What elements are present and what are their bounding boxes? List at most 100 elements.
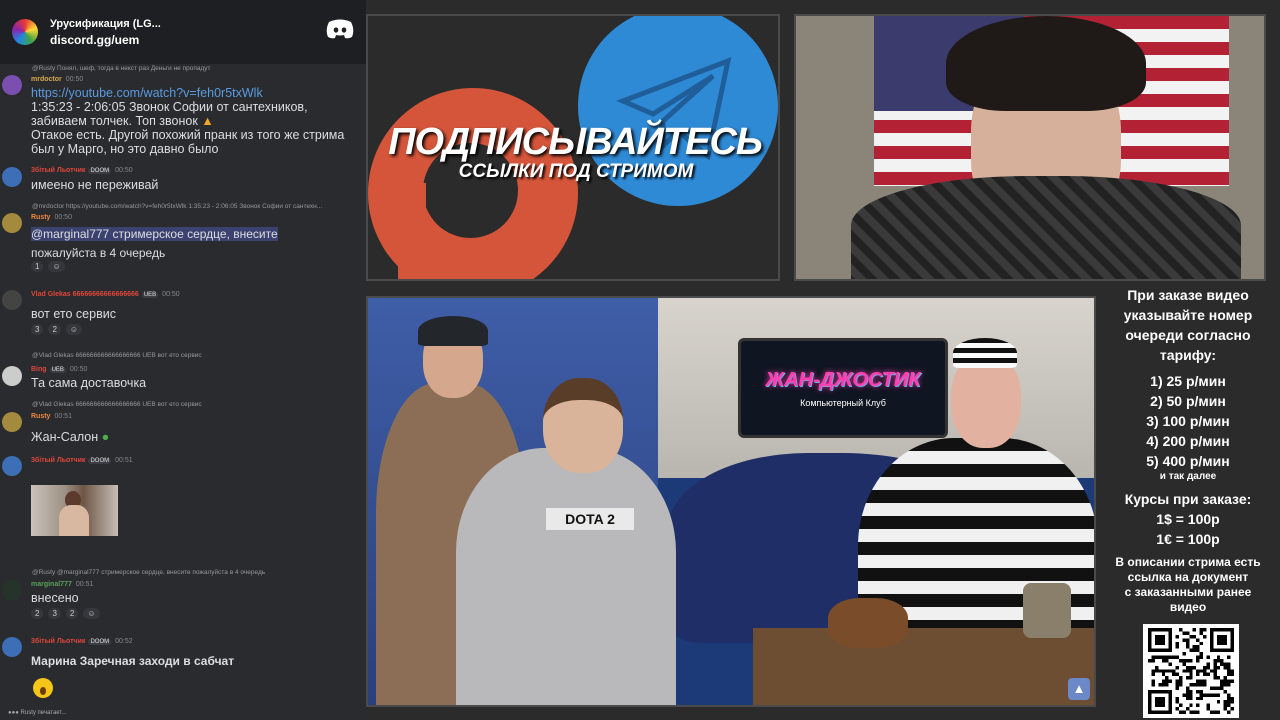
hoodie-logo: DOTA 2: [546, 508, 634, 530]
server-invite[interactable]: discord.gg/uem: [50, 33, 161, 47]
avatar[interactable]: [2, 456, 22, 476]
add-reaction-icon[interactable]: ☺: [83, 608, 100, 619]
author-name[interactable]: Rusty: [31, 214, 50, 221]
author-name[interactable]: Rusty: [31, 413, 50, 420]
message-line: 1:35:23 - 2:06:05 Звонок Софии от сантех…: [31, 100, 308, 114]
info-intro: очереди согласно: [1125, 327, 1251, 343]
avatar[interactable]: [2, 366, 22, 386]
tariff-item: 3) 100 р/мин: [1146, 413, 1230, 429]
tariff-item: 2) 50 р/мин: [1150, 393, 1226, 409]
author-name[interactable]: 3бітый Льотчик: [31, 167, 85, 174]
youtube-link[interactable]: https://youtube.com/watch?v=feh0r5txWlk: [31, 86, 263, 100]
info-intro: указывайте номер: [1123, 307, 1253, 323]
role-badge: DOOM: [88, 168, 112, 174]
role-badge: DOOM: [88, 639, 112, 645]
avatar[interactable]: [2, 213, 22, 233]
avatar[interactable]: [2, 167, 22, 187]
webcam-feed: [794, 14, 1266, 281]
description-line: видео: [1169, 600, 1207, 614]
avatar[interactable]: [2, 290, 22, 310]
shocked-emoji-icon: [33, 678, 53, 698]
typing-dots-icon: ●●●: [8, 710, 19, 716]
timestamp: 00:51: [54, 413, 72, 420]
qr-code-icon: [1148, 628, 1234, 714]
timestamp: 00:51: [115, 457, 133, 464]
video-thumbnail: ЖАН-ДЖОСТИК Компьютерный Клуб DOTA 2 ▲: [366, 296, 1096, 707]
avatar[interactable]: [2, 637, 22, 657]
frog-emoji-icon: ●: [101, 430, 110, 444]
discord-logo-icon: [326, 19, 354, 39]
table: [753, 628, 1094, 705]
qr-code: [1143, 624, 1239, 718]
author-name[interactable]: mrdoctor: [31, 76, 62, 83]
promo-title: ПОДПИСЫВАЙТЕСЬ: [388, 121, 763, 163]
description-line: В описании стрима есть: [1115, 555, 1261, 569]
boy-hoodie: [456, 448, 676, 705]
server-header[interactable]: Урусификация (LG... discord.gg/uem: [0, 0, 366, 64]
reaction-bar: 1 ☺: [31, 261, 65, 272]
message-line: Марина Заречная заходи в сабчат: [31, 654, 235, 668]
beanie: [418, 316, 488, 346]
tariff-item: 1) 25 р/мин: [1150, 373, 1226, 389]
role-badge: UEB: [141, 292, 159, 298]
message-line: был у Марго, но это давно было: [31, 142, 219, 156]
course-rate: 1$ = 100р: [1156, 511, 1220, 527]
author-name[interactable]: Vlad Glekas 66666666666666666: [31, 291, 139, 298]
tariff-item: 5) 400 р/мин: [1146, 453, 1230, 469]
reaction[interactable]: 2: [65, 608, 79, 619]
message-line: внесено: [31, 591, 79, 605]
timestamp: 00:50: [69, 366, 88, 373]
description-line: ссылка на документ: [1127, 570, 1249, 584]
courses-title: Курсы при заказе:: [1124, 491, 1252, 507]
reply-preview[interactable]: @Vlad Glekas 666666666666666666 UEB вот …: [32, 401, 362, 408]
reaction[interactable]: 3: [31, 324, 44, 335]
reaction[interactable]: 2: [48, 324, 61, 335]
server-name: Урусификация (LG...: [50, 17, 161, 30]
neon-sign-subtitle: Компьютерный Клуб: [800, 398, 886, 408]
timestamp: 00:50: [162, 291, 180, 298]
timestamp: 00:52: [115, 638, 133, 645]
prisoner-cap: [953, 338, 1017, 368]
streamer-shirt: [851, 176, 1241, 279]
mug: [1023, 583, 1071, 638]
streamer-hair: [946, 16, 1146, 111]
message-line: Та сама доставочка: [31, 376, 147, 390]
message-line: Жан-Салон: [31, 430, 99, 444]
typing-indicator: Rusty печатает...: [20, 710, 67, 716]
info-intro: тарифу:: [1159, 347, 1217, 363]
author-name[interactable]: Bing: [31, 366, 47, 373]
author-name[interactable]: marginal777: [31, 581, 72, 588]
role-badge: DOOM: [88, 458, 112, 464]
reply-preview[interactable]: @mrdoctor https://youtube.com/watch?v=fe…: [32, 203, 362, 210]
tariff-etc: и так далее: [1159, 471, 1217, 482]
author-name[interactable]: 3бітый Льотчик: [31, 638, 85, 645]
avatar[interactable]: [2, 412, 22, 432]
course-rate: 1€ = 100р: [1156, 531, 1220, 547]
mention[interactable]: @marginal777 стримерское сердце, внесите: [31, 227, 278, 241]
info-intro: При заказе видео: [1127, 287, 1249, 303]
avatar[interactable]: [2, 580, 22, 600]
add-reaction-icon[interactable]: ☺: [48, 261, 65, 272]
reaction[interactable]: 1: [31, 261, 44, 272]
reply-preview[interactable]: @Rusty @marginal777 стримерское сердце, …: [32, 569, 362, 576]
neon-sign: ЖАН-ДЖОСТИК Компьютерный Клуб: [738, 338, 948, 438]
description-line: с заказанными ранее: [1124, 585, 1252, 599]
author-name[interactable]: 3бітый Льотчик: [31, 457, 85, 464]
reaction[interactable]: 3: [48, 608, 61, 619]
reaction-bar: 3 2 ☺: [31, 324, 83, 335]
message-line: пожалуйста в 4 очередь: [31, 246, 166, 260]
reply-preview[interactable]: @Rusty Понял, шеф, тогда в некст раз Ден…: [32, 65, 362, 72]
promo-subtitle: ССЫЛКИ ПОД СТРИМОМ: [458, 161, 694, 182]
reaction-bar: 2 3 2 ☺: [31, 608, 100, 619]
message-line: вот ето сервис: [31, 307, 116, 321]
subscribe-banner: ПОДПИСЫВАЙТЕСЬ ССЫЛКИ ПОД СТРИМОМ: [366, 14, 780, 281]
reply-preview[interactable]: @Vlad Glekas 666666666666666666 UEB вот …: [32, 352, 362, 359]
timestamp: 00:51: [75, 581, 94, 588]
image-attachment[interactable]: [31, 485, 118, 536]
reaction[interactable]: 2: [31, 608, 44, 619]
role-badge: UEB: [49, 367, 66, 373]
add-reaction-icon[interactable]: ☺: [65, 324, 83, 335]
message-line: Отакое есть. Другой похожий пранк из тог…: [31, 128, 345, 142]
avatar[interactable]: [2, 75, 22, 95]
neon-sign-title: ЖАН-ДЖОСТИК: [765, 369, 921, 391]
